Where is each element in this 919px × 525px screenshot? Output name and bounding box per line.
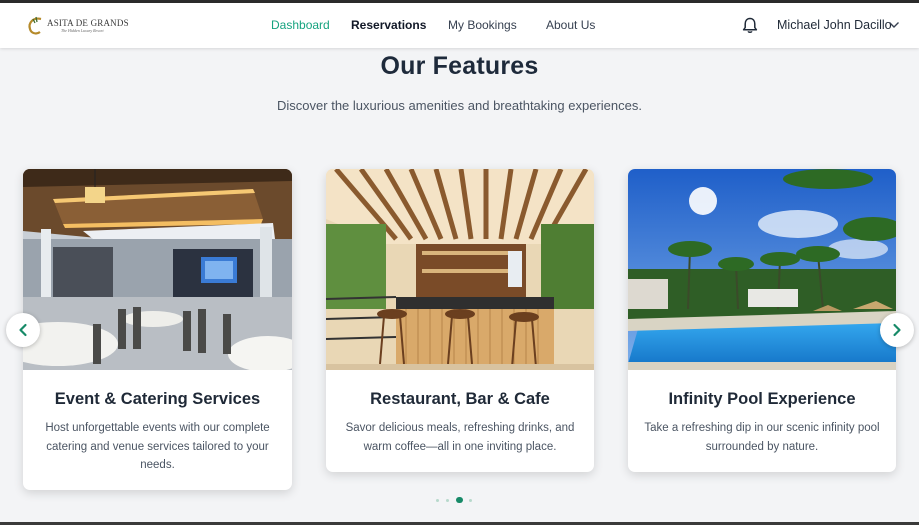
feature-card-restaurant[interactable]: Restaurant, Bar & Cafe Savor delicious m… [326, 169, 594, 472]
carousel-prev-button[interactable] [6, 313, 40, 347]
card-desc-line: needs. [140, 459, 175, 471]
carousel-next-button[interactable] [880, 313, 914, 347]
events-image [23, 169, 292, 370]
card-desc-line: warm coffee—all in one inviting place. [363, 440, 557, 453]
carousel-dot[interactable] [436, 499, 439, 502]
card-description: Take a refreshing dip in our scenic infi… [628, 419, 896, 456]
nav-dashboard[interactable]: Dashboard [271, 18, 330, 32]
section-title: Our Features [380, 52, 539, 80]
nav-about-us[interactable]: About Us [546, 18, 595, 32]
carousel-dot[interactable] [446, 499, 449, 502]
card-title: Restaurant, Bar & Cafe [370, 390, 550, 408]
card-description: Savor delicious meals, refreshing drinks… [326, 419, 594, 456]
card-title: Event & Catering Services [54, 390, 261, 408]
card-desc-line: Savor delicious meals, refreshing drinks… [345, 422, 575, 434]
feature-card-events[interactable]: Event & Catering Services Host unforgett… [23, 169, 292, 490]
chevron-down-icon[interactable] [888, 20, 900, 30]
pool-image [628, 169, 896, 370]
restaurant-image [326, 169, 594, 370]
carousel-dots [0, 497, 919, 505]
nav-reservations[interactable]: Reservations [351, 18, 426, 32]
chevron-right-icon [893, 323, 901, 337]
card-title: Infinity Pool Experience [668, 390, 856, 408]
card-description: Host unforgettable events with our compl… [23, 419, 292, 475]
section-subtitle: Discover the luxurious amenities and bre… [277, 98, 642, 113]
card-desc-line: surrounded by nature. [705, 440, 819, 453]
card-desc-line: Take a refreshing dip in our scenic infi… [644, 422, 880, 434]
carousel-dot[interactable] [469, 499, 472, 502]
user-name[interactable]: Michael John Dacillo [777, 18, 892, 32]
card-desc-line: Host unforgettable events with our compl… [45, 422, 270, 434]
carousel-dot-active[interactable] [456, 497, 463, 503]
bell-icon[interactable] [742, 17, 758, 34]
navbar: ASITA DE GRANDS The Hidden Luxury Resort… [0, 3, 919, 48]
nav-my-bookings[interactable]: My Bookings [448, 18, 517, 32]
chevron-left-icon [19, 323, 27, 337]
card-desc-line: catering and venue services tailored to … [46, 440, 269, 453]
feature-card-pool[interactable]: Infinity Pool Experience Take a refreshi… [628, 169, 896, 472]
